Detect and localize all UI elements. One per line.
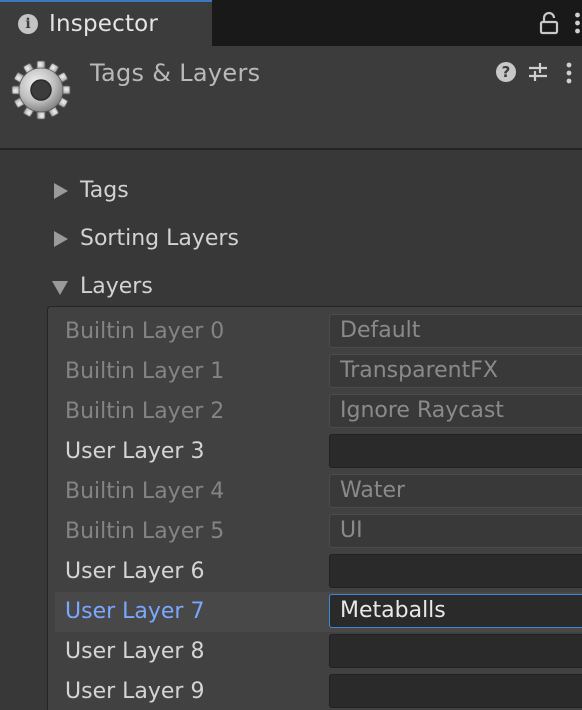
- layer-label: Builtin Layer 4: [65, 479, 225, 504]
- layer-name-input[interactable]: [329, 554, 582, 588]
- presets-icon[interactable]: [527, 61, 549, 83]
- layer-row: Builtin Layer 1 TransparentFX: [55, 352, 582, 392]
- expanded-arrow-icon: [52, 281, 68, 295]
- layer-name-input[interactable]: [329, 674, 582, 708]
- kebab-menu-icon[interactable]: [573, 10, 582, 36]
- layer-name-field: UI: [329, 514, 582, 548]
- tab-bar: i Inspector: [0, 0, 582, 46]
- sorting-layers-foldout[interactable]: Sorting Layers: [52, 223, 552, 255]
- layer-row: User Layer 9: [55, 672, 582, 710]
- info-icon: i: [18, 14, 38, 34]
- inspector-window: i Inspector Tags & Layers ? Tags Sorting…: [0, 0, 582, 710]
- layer-row: Builtin Layer 2 Ignore Raycast: [55, 392, 582, 432]
- layer-row: Builtin Layer 4 Water: [55, 472, 582, 512]
- layer-row: Builtin Layer 5 UI: [55, 512, 582, 552]
- layer-row-selected: User Layer 7 Metaballs: [55, 592, 582, 632]
- layer-name-input[interactable]: [329, 434, 582, 468]
- layer-label: User Layer 3: [65, 439, 205, 464]
- kebab-menu-icon[interactable]: [565, 60, 573, 86]
- inspector-header: Tags & Layers ?: [0, 46, 582, 150]
- layer-name-field: TransparentFX: [329, 354, 582, 388]
- tab-label: Inspector: [49, 11, 159, 37]
- layer-name-input[interactable]: [329, 634, 582, 668]
- layer-row: User Layer 6: [55, 552, 582, 592]
- layer-label: User Layer 7: [65, 599, 205, 624]
- gear-icon: [11, 60, 71, 120]
- tab-inspector[interactable]: i Inspector: [0, 0, 212, 46]
- foldout-label-layers: Layers: [80, 274, 153, 299]
- layer-label: Builtin Layer 1: [65, 359, 225, 384]
- layer-name-input[interactable]: Metaballs: [329, 594, 582, 628]
- layer-name-field: Ignore Raycast: [329, 394, 582, 428]
- collapsed-arrow-icon: [54, 183, 68, 199]
- layer-row: User Layer 8: [55, 632, 582, 672]
- layer-name-field: Default: [329, 314, 582, 348]
- collapsed-arrow-icon: [54, 231, 68, 247]
- layer-label: User Layer 6: [65, 559, 205, 584]
- layer-name-field: Water: [329, 474, 582, 508]
- layers-foldout[interactable]: Layers: [52, 271, 552, 303]
- layer-label: Builtin Layer 2: [65, 399, 225, 424]
- component-title: Tags & Layers: [90, 59, 261, 87]
- layer-row: Builtin Layer 0 Default: [55, 312, 582, 352]
- layer-label: User Layer 9: [65, 679, 205, 704]
- layer-row: User Layer 3: [55, 432, 582, 472]
- layer-label: User Layer 8: [65, 639, 205, 664]
- lock-icon[interactable]: [538, 11, 560, 35]
- tags-foldout[interactable]: Tags: [52, 175, 552, 207]
- foldout-label-tags: Tags: [80, 178, 129, 203]
- layer-label: Builtin Layer 5: [65, 519, 225, 544]
- layer-label: Builtin Layer 0: [65, 319, 225, 344]
- foldout-label-sorting-layers: Sorting Layers: [80, 226, 239, 251]
- help-icon[interactable]: ?: [496, 62, 516, 82]
